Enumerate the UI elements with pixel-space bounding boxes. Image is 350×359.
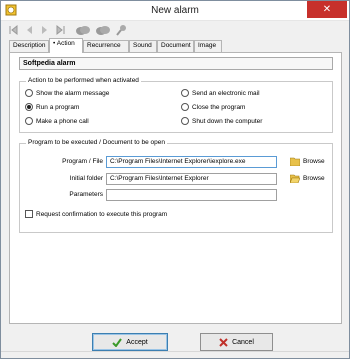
tab-action[interactable]: • Action [49, 38, 83, 53]
tab-description[interactable]: Description [9, 40, 49, 52]
cloud-icon[interactable] [75, 24, 91, 36]
initial-folder-label: Initial folder [69, 175, 103, 182]
tab-sound[interactable]: Sound [129, 40, 157, 52]
tab-document[interactable]: Document [157, 40, 194, 52]
radio-dot [181, 117, 189, 125]
browse-folder-button[interactable]: Browse [290, 174, 325, 183]
cross-icon [219, 337, 228, 347]
status-bar [1, 351, 349, 358]
radio-dot [25, 117, 33, 125]
program-group: Program to be executed / Document to be … [19, 139, 333, 233]
radio-dot-selected [25, 103, 33, 111]
radio-dot [181, 89, 189, 97]
radio-phone-call[interactable]: Make a phone call [25, 117, 89, 125]
checkmark-icon [112, 337, 123, 347]
parameters-input[interactable] [106, 189, 277, 201]
action-panel: Softpedia alarm Action to be performed w… [9, 52, 342, 324]
radio-label: Send an electronic mail [192, 89, 260, 97]
browse-label: Browse [303, 158, 325, 165]
radio-send-email[interactable]: Send an electronic mail [181, 89, 260, 97]
radio-dot [25, 89, 33, 97]
radio-label: Shut down the computer [192, 117, 263, 125]
radio-show-message[interactable]: Show the alarm message [25, 89, 109, 97]
radio-label: Close the program [192, 103, 246, 111]
action-group-legend: Action to be performed when activated [26, 77, 141, 84]
initial-folder-input[interactable]: C:\Program Files\Internet Explorer [106, 173, 277, 185]
program-file-input[interactable]: C:\Program Files\Internet Explorer\iexpl… [106, 156, 277, 168]
close-window-button[interactable]: ✕ [307, 1, 347, 18]
browse-label: Browse [303, 175, 325, 182]
checkbox-box [25, 210, 33, 218]
last-icon[interactable] [55, 24, 67, 36]
radio-close-program[interactable]: Close the program [181, 103, 245, 111]
accept-button[interactable]: Accept [92, 333, 168, 351]
browse-program-button[interactable]: Browse [290, 157, 325, 166]
radio-label: Run a program [36, 103, 80, 111]
tab-action-label: Action [56, 40, 75, 47]
radio-dot [181, 103, 189, 111]
confirm-checkbox[interactable]: Request confirmation to execute this pro… [25, 210, 167, 218]
confirm-label: Request confirmation to execute this pro… [36, 210, 168, 218]
alarm-window: New alarm ✕ Description • Action Recurre… [0, 0, 350, 359]
first-icon[interactable] [7, 24, 19, 36]
folder-icon [290, 157, 300, 166]
radio-label: Show the alarm message [36, 89, 110, 97]
program-group-legend: Program to be executed / Document to be … [26, 139, 167, 146]
accept-label: Accept [126, 338, 148, 346]
alarm-name-field[interactable]: Softpedia alarm [19, 57, 333, 70]
key-icon[interactable] [116, 24, 128, 36]
prev-icon[interactable] [23, 24, 35, 36]
cancel-button[interactable]: Cancel [200, 333, 273, 351]
next-icon[interactable] [39, 24, 51, 36]
cloud-icon[interactable] [95, 24, 111, 36]
radio-label: Make a phone call [36, 117, 89, 125]
radio-run-program[interactable]: Run a program [25, 103, 79, 111]
open-folder-icon [290, 174, 300, 183]
tab-image[interactable]: Image [194, 40, 222, 52]
parameters-label: Parameters [69, 191, 103, 198]
radio-shutdown[interactable]: Shut down the computer [181, 117, 262, 125]
tab-recurrence[interactable]: Recurrence [83, 40, 129, 52]
window-title: New alarm [151, 5, 199, 16]
program-file-label: Program / File [62, 158, 103, 165]
cancel-label: Cancel [232, 338, 254, 346]
title-bar: New alarm ✕ [1, 1, 349, 21]
action-group: Action to be performed when activated Sh… [19, 77, 333, 133]
